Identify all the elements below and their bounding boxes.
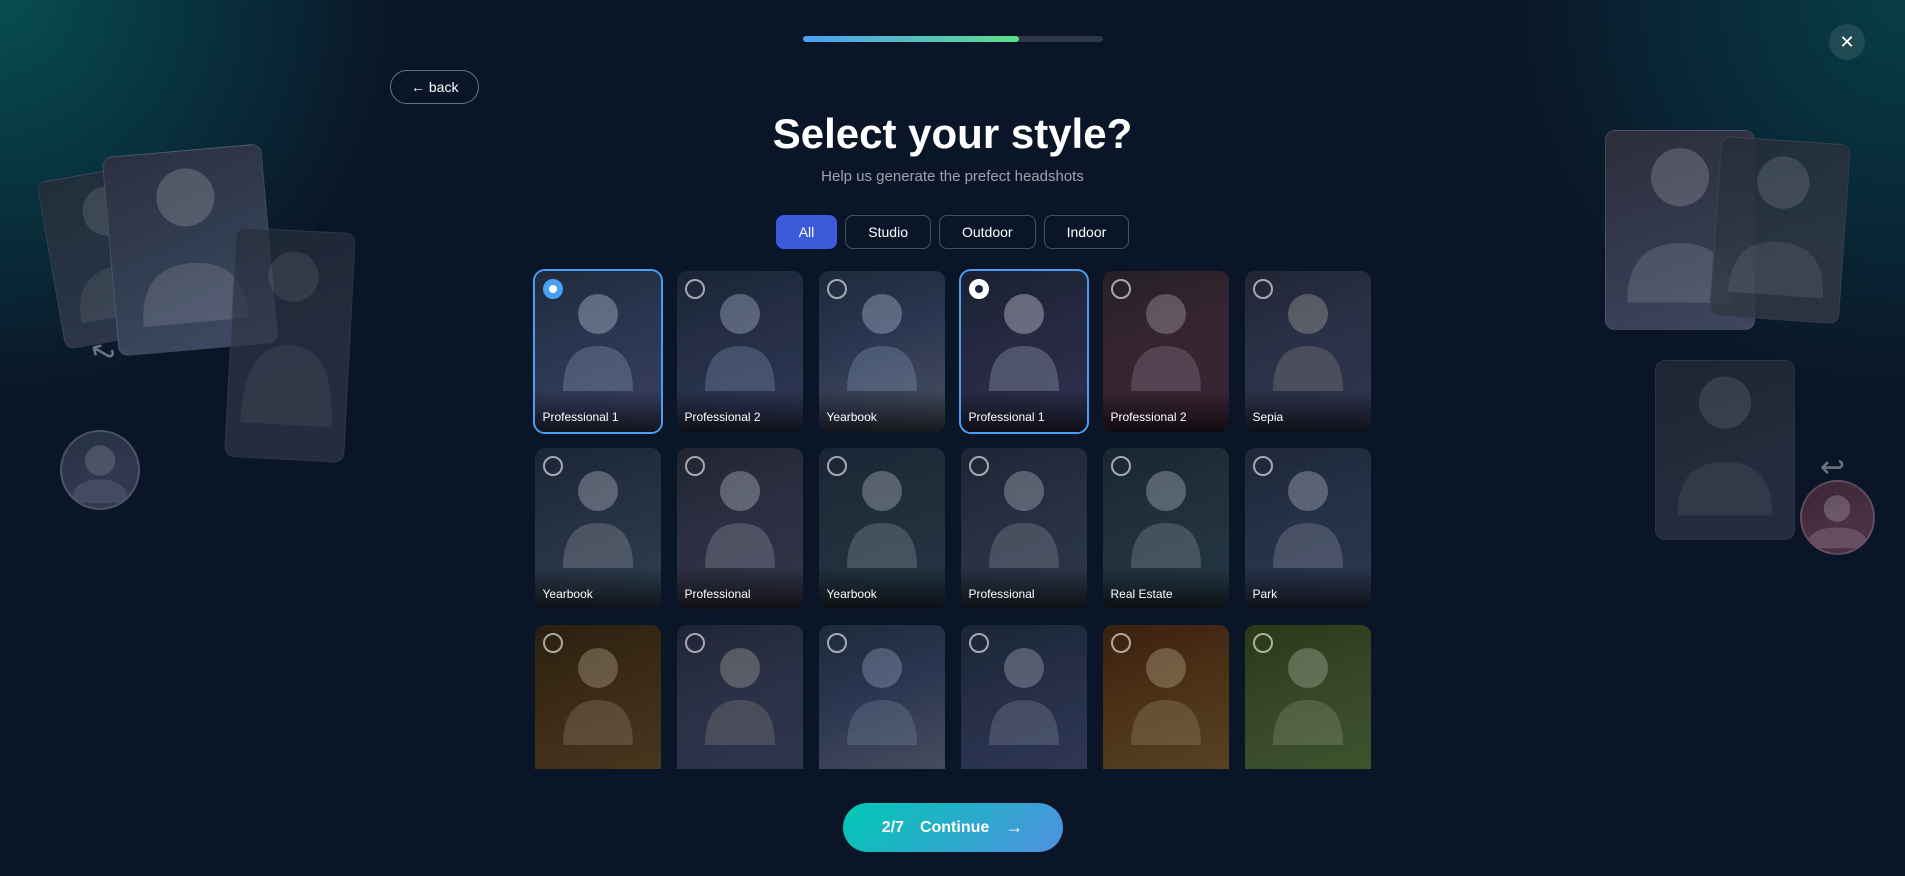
main-content: Select your style? Help us generate the …	[390, 60, 1515, 876]
radio-16	[969, 633, 989, 653]
style-card-professional-3[interactable]: Professional	[675, 446, 805, 611]
side-card-3-right	[1655, 360, 1795, 540]
filter-tab-all[interactable]: All	[776, 215, 838, 249]
side-card-circle-left	[60, 430, 140, 510]
side-images-right: ↩	[1555, 130, 1875, 630]
continue-button[interactable]: 2/7 Continue →	[843, 803, 1063, 852]
style-card-row3-3[interactable]	[817, 623, 947, 769]
style-card-yearbook-2[interactable]: Yearbook	[533, 446, 663, 611]
radio-4	[969, 279, 989, 299]
card-label-9: Yearbook	[819, 567, 945, 609]
filter-tabs: All Studio Outdoor Indoor	[776, 215, 1130, 249]
progress-bar-container	[803, 36, 1103, 42]
card-label-11: Real Estate	[1103, 567, 1229, 609]
radio-2	[685, 279, 705, 299]
radio-17	[1111, 633, 1131, 653]
page-title: Select your style?	[773, 110, 1132, 158]
radio-15	[827, 633, 847, 653]
style-card-professional-2b[interactable]: Professional 2	[1101, 269, 1231, 434]
radio-1	[543, 279, 563, 299]
radio-7	[543, 456, 563, 476]
style-card-row3-6[interactable]	[1243, 623, 1373, 769]
card-label-8: Professional	[677, 567, 803, 609]
style-card-row3-1[interactable]	[533, 623, 663, 769]
side-card-tall-left	[224, 227, 356, 463]
continue-label: Continue	[920, 819, 989, 837]
radio-dot-4	[975, 285, 983, 293]
style-card-professional-2[interactable]: Professional 2	[675, 269, 805, 434]
continue-counter: 2/7	[882, 819, 904, 837]
radio-dot-1	[549, 285, 557, 293]
card-label-7: Yearbook	[535, 567, 661, 609]
radio-13	[543, 633, 563, 653]
progress-bar-fill	[803, 36, 1019, 42]
style-grid: Professional 1 Professional 2	[533, 269, 1373, 769]
arrow-right-decoration: ↩	[1820, 450, 1845, 485]
style-card-real-estate[interactable]: Real Estate	[1101, 446, 1231, 611]
card-label-2: Professional 2	[677, 390, 803, 432]
style-card-yearbook-3[interactable]: Yearbook	[817, 446, 947, 611]
style-card-professional-1b[interactable]: Professional 1	[959, 269, 1089, 434]
radio-6	[1253, 279, 1273, 299]
side-card-circle-right	[1800, 480, 1875, 555]
style-card-professional-4[interactable]: Professional	[959, 446, 1089, 611]
card-label-3: Yearbook	[819, 390, 945, 432]
style-card-yearbook-1[interactable]: Yearbook	[817, 269, 947, 434]
radio-12	[1253, 456, 1273, 476]
style-card-sepia[interactable]: Sepia	[1243, 269, 1373, 434]
card-label-4: Professional 1	[961, 390, 1087, 432]
side-card-2-right	[1709, 136, 1851, 325]
radio-10	[969, 456, 989, 476]
radio-5	[1111, 279, 1131, 299]
card-label-6: Sepia	[1245, 390, 1371, 432]
close-button[interactable]: ✕	[1829, 24, 1865, 60]
radio-11	[1111, 456, 1131, 476]
page-subtitle: Help us generate the prefect headshots	[821, 168, 1084, 185]
card-label-12: Park	[1245, 567, 1371, 609]
filter-tab-indoor[interactable]: Indoor	[1044, 215, 1130, 249]
card-label-5: Professional 2	[1103, 390, 1229, 432]
style-card-row3-2[interactable]	[675, 623, 805, 769]
card-label-1: Professional 1	[535, 390, 661, 432]
radio-3	[827, 279, 847, 299]
side-images-left: ↩	[30, 150, 370, 590]
radio-18	[1253, 633, 1273, 653]
radio-14	[685, 633, 705, 653]
continue-arrow-icon: →	[1005, 817, 1023, 838]
style-card-park[interactable]: Park	[1243, 446, 1373, 611]
radio-8	[685, 456, 705, 476]
card-label-10: Professional	[961, 567, 1087, 609]
radio-9	[827, 456, 847, 476]
style-card-row3-4[interactable]	[959, 623, 1089, 769]
style-card-professional-1[interactable]: Professional 1	[533, 269, 663, 434]
filter-tab-studio[interactable]: Studio	[845, 215, 931, 249]
filter-tab-outdoor[interactable]: Outdoor	[939, 215, 1036, 249]
style-card-row3-5[interactable]	[1101, 623, 1231, 769]
